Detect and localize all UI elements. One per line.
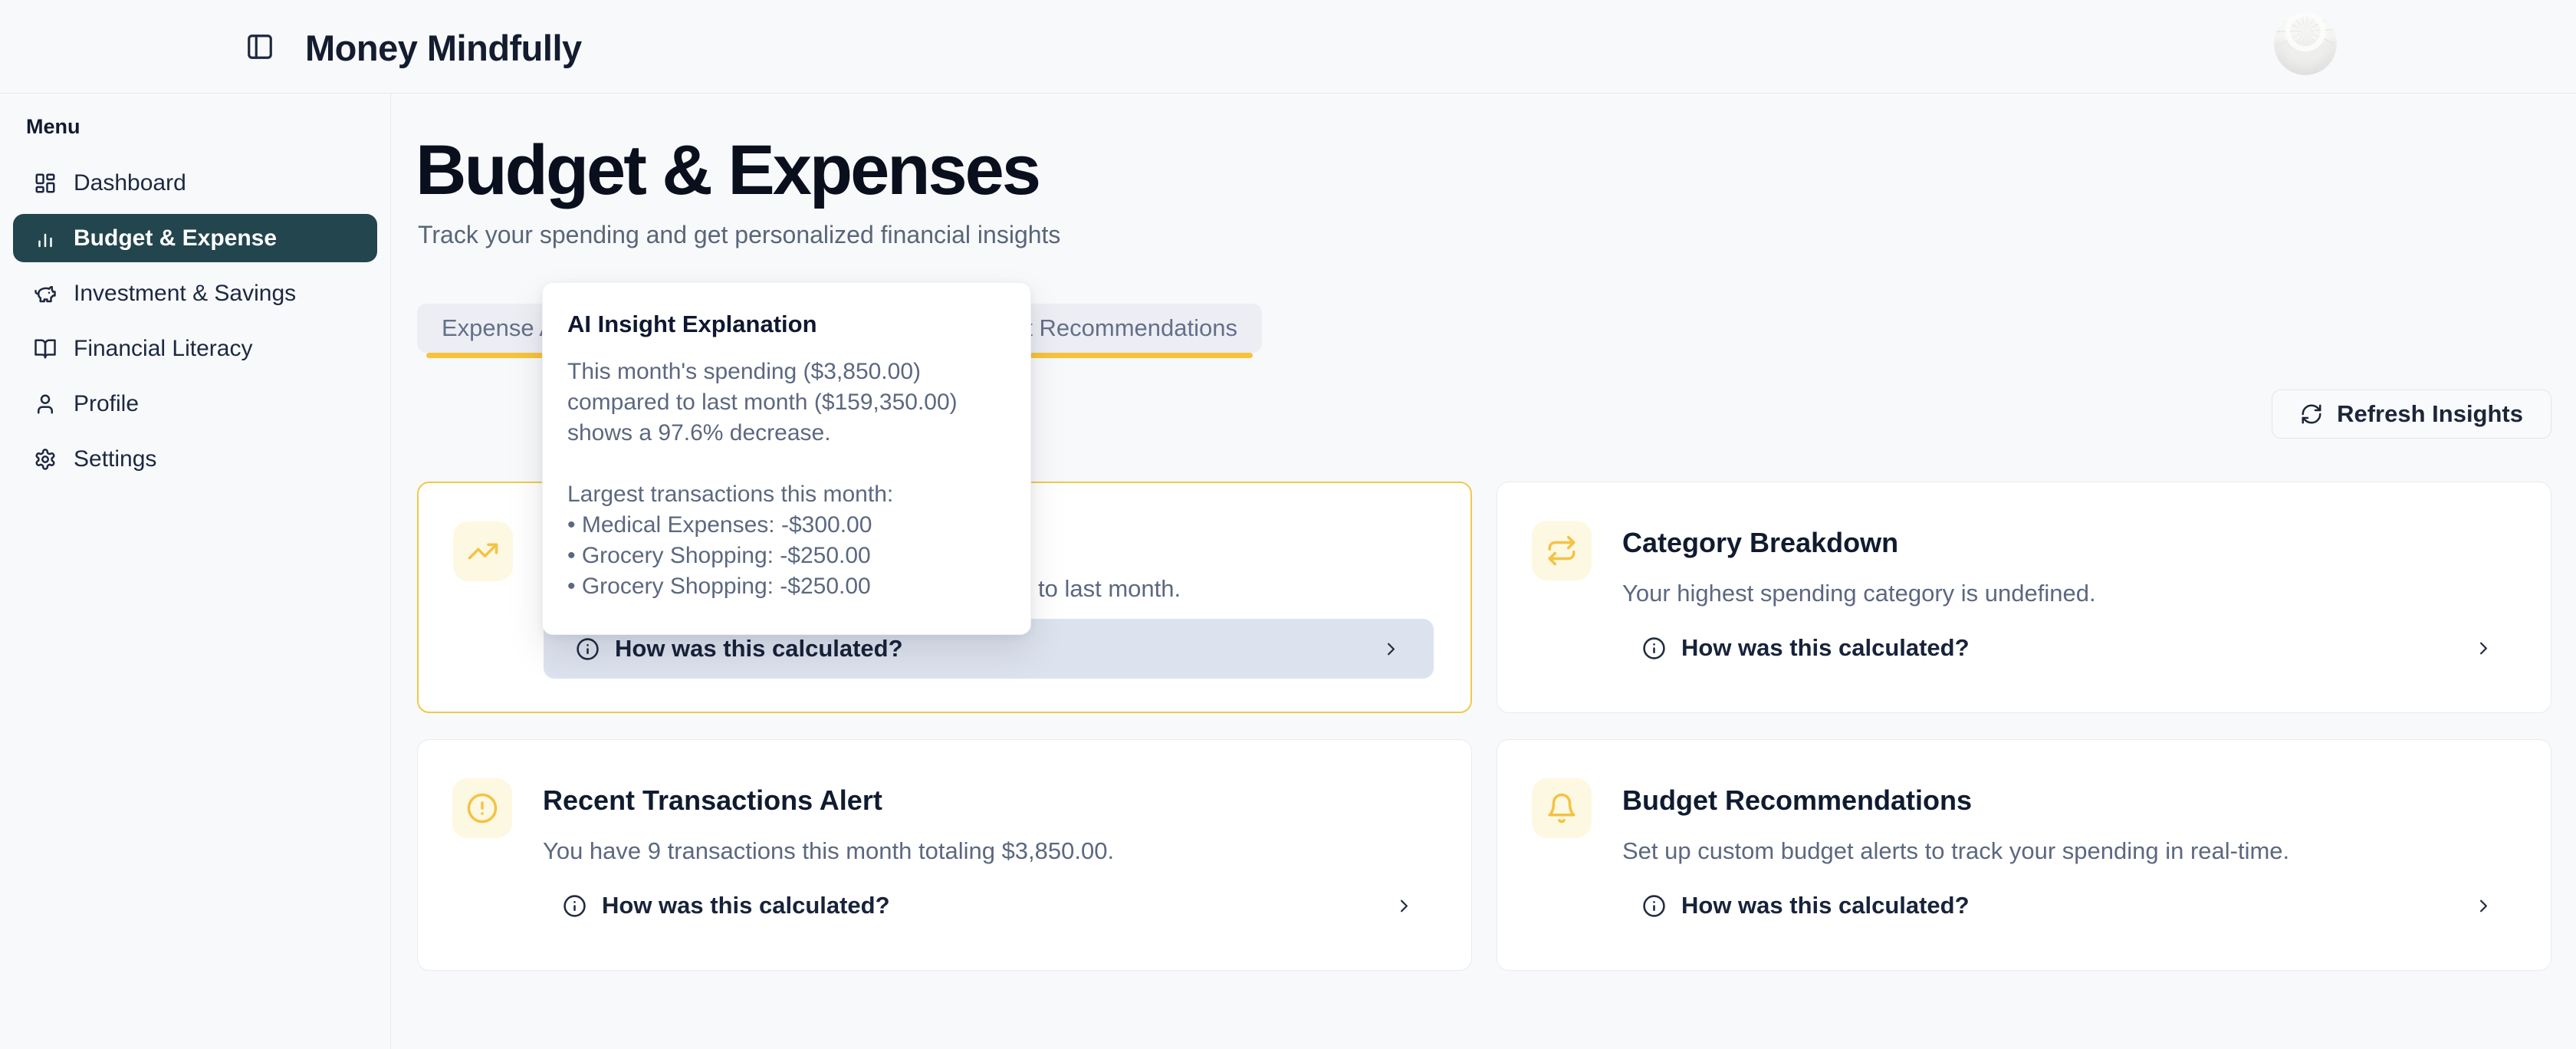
popover-list-item: • Grocery Shopping: -$250.00 — [567, 541, 1003, 571]
sidebar-item-investment-savings[interactable]: Investment & Savings — [13, 269, 377, 317]
sidebar-item-financial-literacy[interactable]: Financial Literacy — [13, 324, 377, 373]
card-description-fragment: to last month. — [1038, 575, 1181, 603]
card-recent-transactions-alert: Recent Transactions Alert You have 9 tra… — [417, 739, 1472, 971]
how-calculated-label: How was this calculated? — [1681, 892, 1970, 919]
sidebar-item-label: Budget & Expense — [74, 225, 277, 252]
how-calculated-label: How was this calculated? — [1681, 634, 1970, 662]
icon-chip — [453, 521, 513, 581]
refresh-icon — [2300, 403, 2323, 426]
card-title: Recent Transactions Alert — [543, 784, 1114, 817]
sidebar-item-label: Settings — [74, 446, 156, 472]
chevron-right-icon — [2473, 638, 2494, 659]
info-icon — [576, 637, 600, 661]
card-body: Budget Recommendations Set up custom bud… — [1622, 778, 2289, 865]
popover-transactions-list: Largest transactions this month: • Medic… — [567, 479, 1003, 602]
ai-insight-popover: AI Insight Explanation This month's spen… — [542, 282, 1031, 635]
sidebar-item-label: Profile — [74, 391, 139, 417]
icon-chip — [1532, 778, 1592, 838]
trending-up-icon — [467, 535, 499, 567]
sidebar-item-settings[interactable]: Settings — [13, 435, 377, 483]
card-category-breakdown: Category Breakdown Your highest spending… — [1497, 482, 2551, 713]
popover-list-item: • Medical Expenses: -$300.00 — [567, 510, 1003, 541]
icon-chip — [452, 778, 512, 838]
card-description: You have 9 transactions this month total… — [543, 837, 1114, 865]
card-title: Budget Recommendations — [1622, 784, 2289, 817]
how-calculated-button[interactable]: How was this calculated? — [1621, 876, 2515, 936]
icon-chip — [1532, 521, 1592, 580]
refresh-insights-label: Refresh Insights — [2337, 400, 2523, 428]
bell-icon — [1546, 792, 1578, 824]
page-subtitle: Track your spending and get personalized… — [418, 221, 1060, 249]
app-title: Money Mindfully — [305, 27, 582, 69]
popover-list-item: • Grocery Shopping: -$250.00 — [567, 571, 1003, 602]
layout-dashboard-icon — [34, 172, 57, 195]
sidebar-item-label: Dashboard — [74, 170, 186, 196]
repeat-arrows-icon — [1546, 534, 1578, 567]
info-icon — [563, 894, 586, 918]
info-icon — [1642, 636, 1666, 660]
card-description: Set up custom budget alerts to track you… — [1622, 837, 2289, 865]
card-description: Your highest spending category is undefi… — [1622, 580, 2096, 607]
how-calculated-button[interactable]: How was this calculated? — [541, 876, 1436, 936]
piggy-bank-icon — [34, 282, 57, 305]
sidebar-item-label: Financial Literacy — [74, 336, 252, 362]
page-title: Budget & Expenses — [416, 135, 1039, 206]
chevron-right-icon — [1394, 896, 1414, 916]
alert-circle-icon — [466, 792, 498, 824]
card-body: Recent Transactions Alert You have 9 tra… — [543, 778, 1114, 865]
sidebar-item-budget-expense[interactable]: Budget & Expense — [13, 214, 377, 262]
card-budget-recommendations: Budget Recommendations Set up custom bud… — [1497, 739, 2551, 971]
sidebar: Menu Dashboard Budget & Expense Investme… — [0, 94, 391, 1049]
how-calculated-label: How was this calculated? — [602, 892, 890, 919]
popover-title: AI Insight Explanation — [567, 311, 1003, 338]
sidebar-item-profile[interactable]: Profile — [13, 380, 377, 428]
popover-paragraph: This month's spending ($3,850.00) compar… — [567, 357, 1003, 449]
sidebar-menu-label: Menu — [26, 115, 377, 139]
sidebar-item-label: Investment & Savings — [74, 281, 296, 307]
app-screen: Money Mindfully Menu Dashboard Budget & … — [0, 0, 2576, 1049]
how-calculated-button[interactable]: How was this calculated? — [1621, 618, 2515, 678]
card-title: Category Breakdown — [1622, 527, 2096, 559]
user-icon — [34, 393, 57, 416]
sidebar-toggle-button[interactable] — [245, 32, 274, 61]
top-header: Money Mindfully — [0, 0, 2576, 94]
chevron-right-icon — [1381, 639, 1401, 659]
how-calculated-label: How was this calculated? — [615, 635, 903, 663]
panel-left-icon — [245, 32, 274, 61]
refresh-insights-button[interactable]: Refresh Insights — [2272, 390, 2551, 439]
sidebar-item-dashboard[interactable]: Dashboard — [13, 159, 377, 207]
book-open-icon — [34, 337, 57, 360]
popover-list-intro: Largest transactions this month: — [567, 479, 1003, 510]
chevron-right-icon — [2473, 896, 2494, 916]
bar-chart-icon — [34, 227, 57, 250]
main-content: Budget & Expenses Track your spending an… — [391, 94, 2576, 1049]
user-avatar[interactable] — [2274, 12, 2337, 75]
info-icon — [1642, 894, 1666, 918]
card-body: Category Breakdown Your highest spending… — [1622, 521, 2096, 607]
gear-icon — [34, 448, 57, 471]
